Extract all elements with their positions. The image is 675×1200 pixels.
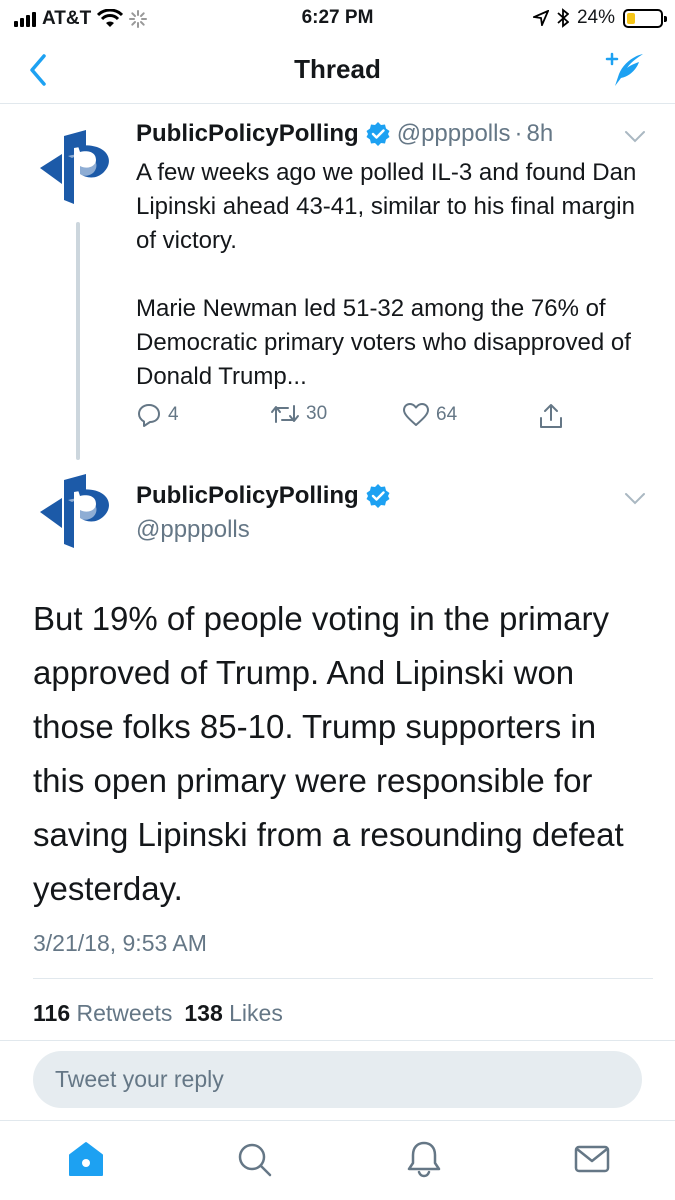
tweet1-separator: ·	[514, 120, 523, 147]
tweet2-author-handle: @ppppolls	[136, 516, 250, 543]
verified-badge-icon	[366, 122, 390, 146]
tab-bar	[0, 1120, 675, 1200]
location-icon	[532, 10, 549, 26]
tweet1-paragraph: A few weeks ago we polled IL-3 and found…	[136, 159, 637, 254]
tweet2-stats: 116 Retweets 138 Likes	[33, 1000, 283, 1027]
tweet2-author-name[interactable]: PublicPolicyPolling	[136, 482, 359, 510]
share-icon	[540, 404, 562, 428]
divider	[33, 978, 653, 979]
retweet-total: 116	[33, 1000, 71, 1026]
thread-connector	[76, 222, 80, 460]
notifications-icon[interactable]	[404, 1139, 444, 1179]
reply-button[interactable]: 4	[136, 402, 179, 428]
tweet2-text: But 19% of people voting in the primary …	[33, 600, 624, 907]
navigation-bar: Thread	[0, 36, 675, 104]
tweet1-author-name[interactable]: PublicPolicyPolling	[136, 120, 359, 148]
compose-tweet-button[interactable]	[603, 50, 647, 90]
bluetooth-icon	[557, 8, 569, 28]
reply-bar	[0, 1040, 675, 1120]
verified-badge-icon	[366, 484, 390, 508]
avatar[interactable]	[34, 126, 118, 210]
like-total: 138	[184, 1000, 223, 1026]
tweet2-header: PublicPolicyPolling	[136, 482, 397, 510]
system-status: 24%	[532, 7, 667, 29]
reply-input[interactable]	[33, 1051, 642, 1108]
retweet-icon	[271, 405, 299, 423]
tweet2-timestamp: 3/21/18, 9:53 AM	[33, 930, 207, 956]
likes-label: Likes	[229, 1000, 283, 1026]
heart-icon	[403, 403, 429, 426]
retweets-label: Retweets	[76, 1000, 173, 1026]
status-bar: AT&T 6:27 PM 24%	[0, 0, 675, 36]
retweets-stat[interactable]: 116 Retweets	[33, 1000, 172, 1027]
tweet1-age: 8h	[526, 120, 554, 147]
retweet-count: 30	[306, 403, 328, 424]
tweet1-header: PublicPolicyPolling @ppppolls · 8h	[136, 120, 553, 148]
tweet1-paragraph: Marie Newman led 51-32 among the 76% of …	[136, 295, 631, 390]
battery-icon	[623, 8, 667, 28]
retweet-button[interactable]: 30	[270, 402, 327, 426]
like-button[interactable]: 64	[402, 402, 457, 428]
likes-stat[interactable]: 138 Likes	[184, 1000, 282, 1027]
battery-percent: 24%	[576, 7, 615, 28]
avatar[interactable]	[34, 470, 118, 554]
tweet1-text: A few weeks ago we polled IL-3 and found…	[136, 156, 656, 394]
tweet1-author-handle: @ppppolls	[396, 120, 511, 147]
home-icon[interactable]	[66, 1139, 106, 1179]
messages-icon[interactable]	[572, 1139, 612, 1179]
reply-icon	[138, 404, 160, 427]
share-button[interactable]	[538, 402, 564, 430]
reply-count: 4	[168, 404, 179, 425]
search-icon[interactable]	[234, 1139, 274, 1179]
battery-level	[627, 12, 635, 24]
tweet2-menu-chevron-down-icon[interactable]	[624, 492, 646, 506]
page-title: Thread	[294, 54, 381, 84]
tweet1-actions: 4 30 64	[136, 402, 656, 438]
tweet1-menu-chevron-down-icon[interactable]	[624, 130, 646, 144]
like-count: 64	[436, 404, 458, 425]
